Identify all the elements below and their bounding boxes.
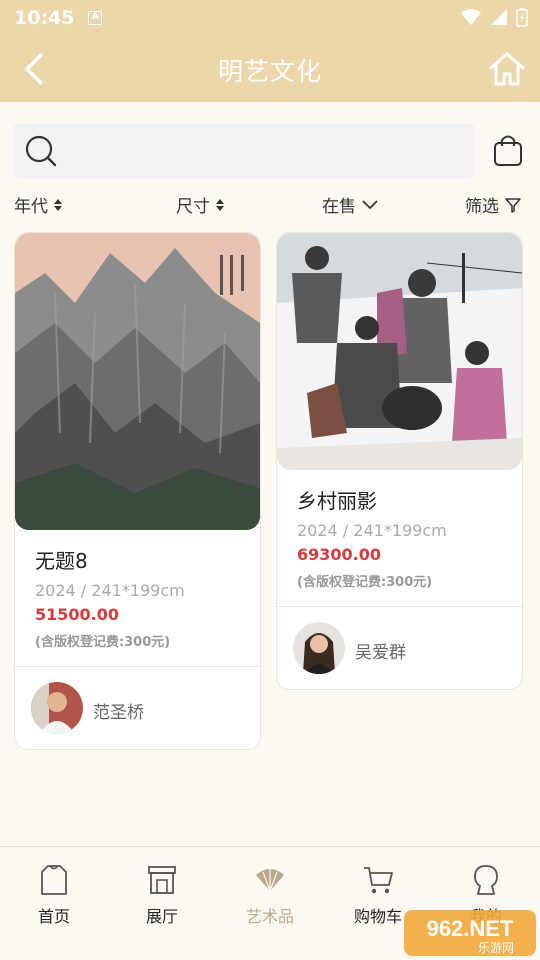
home-button[interactable] (486, 48, 528, 90)
status-time: 10:45 (14, 7, 75, 29)
svg-text:乐游网: 乐游网 (478, 941, 514, 955)
search-icon (25, 135, 57, 167)
wifi-icon (461, 9, 481, 25)
tab-artworks[interactable]: 艺术品 (216, 863, 324, 927)
page-title: 明艺文化 (217, 57, 322, 86)
status-icons (460, 7, 528, 27)
search-input[interactable] (14, 124, 474, 178)
product-title: 乡村丽影 (297, 489, 377, 513)
filter-label: 筛选 (465, 197, 499, 217)
cart-icon (364, 867, 393, 894)
artwork-image[interactable] (15, 233, 260, 530)
home-shirt-icon (41, 865, 67, 895)
chevron-down-icon (362, 199, 378, 209)
product-fee: (含版权登记费:300元) (35, 635, 171, 650)
product-price: 69300.00 (297, 545, 382, 564)
svg-text:962.NET: 962.NET (427, 916, 514, 941)
filter-on-sale-label: 在售 (322, 197, 356, 217)
product-fee: (含版权登记费:300元) (297, 575, 433, 590)
divider (277, 606, 522, 607)
shopping-bag-button[interactable] (490, 130, 526, 170)
artist-name[interactable]: 吴爱群 (355, 638, 406, 663)
signal-icon (491, 9, 507, 25)
filter-button[interactable]: 筛选 (465, 192, 521, 217)
product-meta: 2024 / 241*199cm (35, 581, 185, 600)
tab-home[interactable]: 首页 (0, 863, 108, 927)
product-price: 51500.00 (35, 605, 120, 624)
artist-avatar[interactable] (293, 622, 345, 674)
artist-name[interactable]: 范圣桥 (93, 698, 144, 723)
artist-avatar[interactable] (31, 682, 83, 734)
product-title: 无题8 (35, 549, 88, 573)
filter-size[interactable]: 尺寸 (176, 192, 224, 217)
tab-gallery[interactable]: 展厅 (108, 863, 216, 927)
tab-gallery-label: 展厅 (145, 907, 178, 926)
filter-year-label: 年代 (14, 197, 48, 217)
sort-icon (216, 198, 224, 211)
filter-size-label: 尺寸 (176, 197, 210, 217)
divider (15, 666, 260, 667)
product-card[interactable]: 乡村丽影 2024 / 241*199cm 69300.00 (含版权登记费:3… (276, 232, 523, 690)
product-meta: 2024 / 241*199cm (297, 521, 447, 540)
sort-icon (54, 198, 62, 211)
app-bar: 明艺文化 (0, 36, 540, 102)
tab-home-label: 首页 (37, 907, 70, 926)
watermark-logo: 962.NET 乐游网 (400, 906, 540, 960)
profile-icon (474, 865, 498, 895)
battery-icon (516, 8, 528, 27)
search-row (14, 124, 526, 178)
filter-row: 年代 尺寸 在售 筛选 (14, 188, 526, 220)
fan-icon (256, 869, 284, 892)
notification-icon: A (88, 11, 103, 25)
artwork-image[interactable] (277, 233, 522, 470)
product-card[interactable]: 无题8 2024 / 241*199cm 51500.00 (含版权登记费:30… (14, 232, 261, 750)
filter-on-sale[interactable]: 在售 (322, 192, 378, 217)
filter-year[interactable]: 年代 (14, 192, 62, 217)
home-icon (489, 52, 525, 86)
gallery-icon (148, 866, 176, 894)
filter-icon (505, 197, 521, 213)
tab-artworks-label: 艺术品 (245, 907, 294, 926)
status-bar: 10:45 A (0, 0, 540, 36)
shopping-bag-icon (494, 135, 522, 166)
